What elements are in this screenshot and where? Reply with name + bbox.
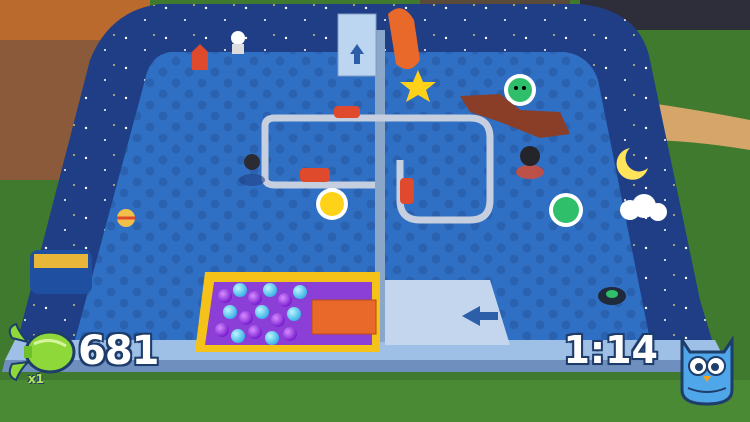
timer-value: 1:14 [563,328,658,372]
bathtub-icon [30,250,92,294]
score-multiplier: x1 [28,372,45,386]
sun-badge-icon [316,188,348,220]
score-panel: 681 x1 [4,318,159,388]
blue-owl-mascot-icon [680,335,734,406]
blue-box-arrow-icon [337,13,377,77]
score-value: 681 [78,328,159,374]
green-bug-badge-icon [549,193,583,227]
ufo-icon [598,287,626,305]
ball-icon [117,209,135,227]
astronaut-icon [231,31,245,54]
ramp-slide [385,280,510,345]
ball-pit [195,272,380,352]
